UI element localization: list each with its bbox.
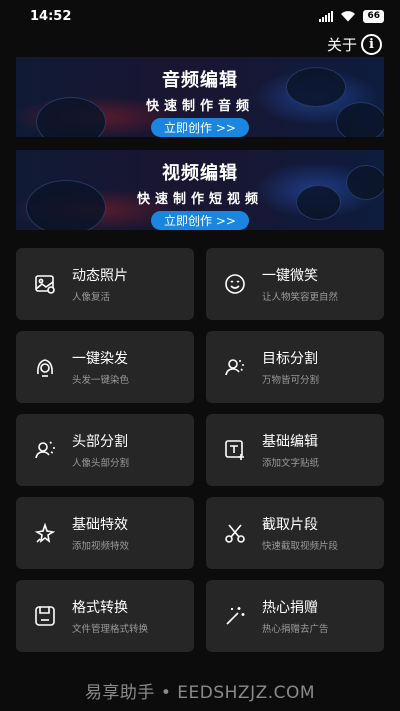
text-add-icon <box>224 439 246 461</box>
card-desc: 人像头部分割 <box>72 458 130 469</box>
card-title: 格式转换 <box>72 600 128 616</box>
banner-title: 音频编辑 <box>162 70 238 91</box>
card-desc: 文件管理格式转换 <box>72 624 149 635</box>
feature-card-clip[interactable]: 截取片段 快速截取视频片段 <box>206 497 384 569</box>
card-title: 热心捐赠 <box>262 600 318 616</box>
status-icons: 66 <box>319 9 384 23</box>
card-desc: 添加文字贴纸 <box>262 458 320 469</box>
magic-wand-icon <box>224 605 246 627</box>
banner-title: 视频编辑 <box>162 163 238 184</box>
smile-icon <box>224 273 246 295</box>
sparkle-icon <box>34 522 56 544</box>
about-button[interactable]: 关于 i <box>327 33 382 55</box>
signal-icon <box>319 10 334 22</box>
save-icon <box>34 605 56 627</box>
status-time: 14:52 <box>30 8 72 24</box>
feature-card-smile[interactable]: 一键微笑 让人物笑容更自然 <box>206 248 384 320</box>
battery-level: 66 <box>367 11 380 21</box>
create-now-button[interactable]: 立即创作 >> <box>151 211 249 230</box>
card-title: 基础特效 <box>72 517 128 533</box>
info-icon: i <box>361 33 382 55</box>
card-desc: 热心捐赠去广告 <box>262 624 329 635</box>
card-title: 基础编辑 <box>262 434 318 450</box>
feature-card-donate[interactable]: 热心捐赠 热心捐赠去广告 <box>206 580 384 652</box>
battery-icon: 66 <box>363 9 384 23</box>
card-title: 截取片段 <box>262 517 318 533</box>
feature-card-hair-dye[interactable]: 一键染发 头发一键染色 <box>16 331 194 403</box>
card-title: 一键染发 <box>72 351 128 367</box>
card-desc: 万物皆可分割 <box>262 375 320 386</box>
audio-edit-banner[interactable]: 音频编辑 快速制作音频 立即创作 >> <box>16 57 384 137</box>
card-title: 目标分割 <box>262 351 318 367</box>
card-title: 头部分割 <box>72 434 128 450</box>
hair-icon <box>34 356 56 378</box>
feature-card-head-segment[interactable]: 头部分割 人像头部分割 <box>16 414 194 486</box>
wifi-icon <box>341 11 356 22</box>
card-desc: 快速截取视频片段 <box>262 541 339 552</box>
card-desc: 头发一键染色 <box>72 375 130 386</box>
watermark: 易享助手 • EEDSHZJZ.COM <box>84 683 316 703</box>
feature-card-basic-edit[interactable]: 基础编辑 添加文字贴纸 <box>206 414 384 486</box>
banner-subtitle: 快速制作短视频 <box>136 192 263 207</box>
feature-card-basic-effects[interactable]: 基础特效 添加视频特效 <box>16 497 194 569</box>
card-title: 一键微笑 <box>262 268 318 284</box>
feature-card-format-convert[interactable]: 格式转换 文件管理格式转换 <box>16 580 194 652</box>
feature-card-target-segment[interactable]: 目标分割 万物皆可分割 <box>206 331 384 403</box>
segment-icon <box>224 356 246 378</box>
video-edit-banner[interactable]: 视频编辑 快速制作短视频 立即创作 >> <box>16 150 384 230</box>
head-segment-icon <box>34 439 56 461</box>
photo-icon <box>34 273 56 295</box>
feature-grid: 动态照片 人像复活 一键微笑 让人物笑容更自然 一键染发 头发一键染色 目标分割… <box>16 248 384 652</box>
create-now-button[interactable]: 立即创作 >> <box>151 118 249 137</box>
card-desc: 让人物笑容更自然 <box>262 292 339 303</box>
status-bar: 14:52 66 <box>0 0 400 32</box>
card-title: 动态照片 <box>72 268 128 284</box>
card-desc: 人像复活 <box>72 292 111 303</box>
banner-subtitle: 快速制作音频 <box>145 99 254 114</box>
about-label: 关于 <box>326 35 357 54</box>
feature-card-dynamic-photo[interactable]: 动态照片 人像复活 <box>16 248 194 320</box>
scissors-icon <box>224 522 246 544</box>
card-desc: 添加视频特效 <box>72 541 130 552</box>
